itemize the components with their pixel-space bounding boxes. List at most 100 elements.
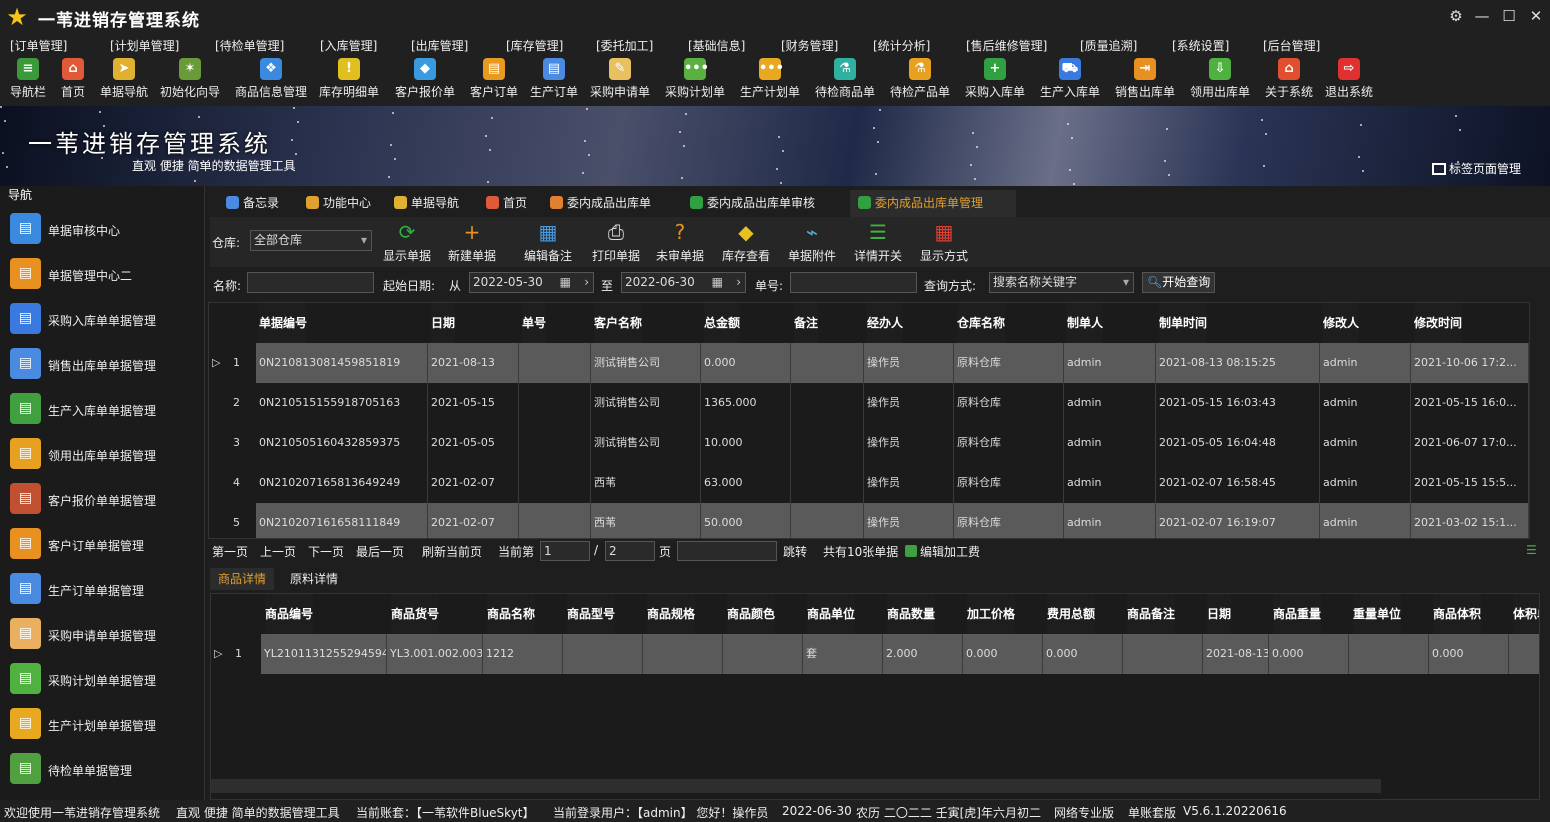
table-cell[interactable]: 操作员: [864, 463, 954, 503]
op-button-7[interactable]: ☰ 详情开关: [854, 219, 902, 264]
op-button-8[interactable]: ▦ 显示方式: [920, 219, 968, 264]
toolbar-button-0[interactable]: ≡ 导航栏: [10, 58, 46, 100]
column-header[interactable]: 商品数量: [887, 594, 936, 634]
table-cell[interactable]: [563, 634, 643, 674]
table-cell[interactable]: 0.000: [1269, 634, 1349, 674]
toolbar-button-12[interactable]: ⚗ 待检商品单: [815, 58, 875, 100]
tab-6[interactable]: 委内成品出库单管理: [850, 190, 1016, 217]
column-header[interactable]: 修改人: [1323, 303, 1360, 343]
toolbar-button-6[interactable]: ◆ 客户报价单: [395, 58, 455, 100]
table-cell[interactable]: [723, 634, 803, 674]
from-date-picker[interactable]: 2022-05-30 ▦ ›: [469, 272, 594, 293]
column-header[interactable]: 重量单位: [1353, 594, 1402, 634]
table-row[interactable]: 2 0N210515155918705163 2021-05-15 测试销售公司 136…: [209, 383, 1529, 423]
toolbar-button-10[interactable]: ••• 采购计划单: [665, 58, 725, 100]
op-button-6[interactable]: ⌁ 单据附件: [788, 219, 836, 264]
tab-5[interactable]: 委内成品出库单审核: [682, 190, 823, 217]
table-cell[interactable]: YL3.001.002.003: [387, 634, 483, 674]
table-cell[interactable]: 2021-05-15 16:0...: [1411, 383, 1529, 423]
menu-item-4[interactable]: [出库管理]: [411, 37, 468, 54]
table-cell[interactable]: 测试销售公司: [591, 423, 701, 463]
menu-item-5[interactable]: [库存管理]: [506, 37, 563, 54]
table-cell[interactable]: 2021-08-13 08:15:25: [1156, 343, 1320, 383]
goto-page-button[interactable]: 跳转: [783, 543, 807, 560]
column-header[interactable]: 日期: [431, 303, 456, 343]
table-cell[interactable]: 2021-05-15: [428, 383, 519, 423]
column-header[interactable]: 备注: [794, 303, 819, 343]
sidebar-item-12[interactable]: ▤ 待检单单据管理: [0, 746, 204, 791]
column-header[interactable]: 体积单: [1513, 594, 1539, 634]
sidebar-item-3[interactable]: ▤ 销售出库单单据管理: [0, 341, 204, 386]
column-header[interactable]: 商品规格: [647, 594, 696, 634]
table-cell[interactable]: 原料仓库: [954, 383, 1064, 423]
current-page-input[interactable]: 1: [540, 541, 590, 561]
menu-item-11[interactable]: [质量追溯]: [1080, 37, 1137, 54]
toolbar-button-13[interactable]: ⚗ 待检产品单: [890, 58, 950, 100]
name-input[interactable]: [247, 272, 374, 293]
table-cell[interactable]: 2.000: [883, 634, 963, 674]
table-cell[interactable]: 2021-02-07 16:19:07: [1156, 503, 1320, 538]
table-cell[interactable]: [791, 423, 864, 463]
tab-3[interactable]: 首页: [478, 190, 535, 217]
column-header[interactable]: 制单人: [1067, 303, 1104, 343]
table-row[interactable]: 3 0N210505160432859375 2021-05-05 测试销售公司 10.…: [209, 423, 1529, 463]
table-cell[interactable]: [519, 423, 591, 463]
toolbar-button-11[interactable]: ••• 生产计划单: [740, 58, 800, 100]
toolbar-button-9[interactable]: ✎ 采购申请单: [590, 58, 650, 100]
sidebar-item-10[interactable]: ▤ 采购计划单单据管理: [0, 656, 204, 701]
column-header[interactable]: 商品单位: [807, 594, 856, 634]
close-button[interactable]: ✕: [1524, 5, 1548, 27]
table-cell[interactable]: 2021-02-07: [428, 503, 519, 538]
table-cell[interactable]: 2021-08-13: [1203, 634, 1269, 674]
column-header[interactable]: 单据编号: [259, 303, 308, 343]
tab-product-detail[interactable]: 商品详情: [210, 568, 275, 590]
start-query-button[interactable]: 🔍︎开始查询: [1142, 272, 1216, 293]
column-header[interactable]: 商品备注: [1127, 594, 1176, 634]
table-row[interactable]: 5 0N210207161658111849 2021-02-07 西苇 50.000 操…: [209, 503, 1529, 538]
table-cell[interactable]: 原料仓库: [954, 423, 1064, 463]
op-button-4[interactable]: ? 未审单据: [656, 219, 704, 264]
menu-item-7[interactable]: [基础信息]: [688, 37, 745, 54]
column-header[interactable]: 加工价格: [967, 594, 1016, 634]
table-cell[interactable]: admin: [1064, 463, 1156, 503]
column-header[interactable]: 总金额: [704, 303, 741, 343]
list-toggle-icon[interactable]: ☰: [1526, 543, 1537, 557]
table-cell[interactable]: 0N210207165813649249: [256, 463, 428, 503]
sidebar-item-7[interactable]: ▤ 客户订单单据管理: [0, 521, 204, 566]
table-cell[interactable]: [791, 503, 864, 538]
next-page-link[interactable]: 下一页: [308, 543, 344, 560]
sidebar-item-9[interactable]: ▤ 采购申请单单据管理: [0, 611, 204, 656]
table-cell[interactable]: 原料仓库: [954, 503, 1064, 538]
table-cell[interactable]: 原料仓库: [954, 463, 1064, 503]
column-header[interactable]: 经办人: [867, 303, 904, 343]
toolbar-button-2[interactable]: ➤ 单据导航: [100, 58, 148, 100]
table-cell[interactable]: 2021-03-02 15:1...: [1411, 503, 1529, 538]
toolbar-button-14[interactable]: + 采购入库单: [965, 58, 1025, 100]
op-button-0[interactable]: ⟳ 显示单据: [383, 219, 431, 264]
table-cell[interactable]: admin: [1320, 383, 1411, 423]
query-mode-select[interactable]: 搜索名称关键字 ▾: [989, 272, 1134, 293]
tab-4[interactable]: 委内成品出库单: [542, 190, 659, 217]
op-button-3[interactable]: ⎙ 打印单据: [592, 219, 640, 264]
table-cell[interactable]: 操作员: [864, 383, 954, 423]
table-cell[interactable]: 套: [803, 634, 883, 674]
table-cell[interactable]: 操作员: [864, 343, 954, 383]
table-cell[interactable]: 2021-05-15 15:5...: [1411, 463, 1529, 503]
table-cell[interactable]: 2021-02-07: [428, 463, 519, 503]
table-cell[interactable]: admin: [1320, 463, 1411, 503]
column-header[interactable]: 仓库名称: [957, 303, 1006, 343]
sidebar-item-1[interactable]: ▤ 单据管理中心二: [0, 251, 204, 296]
table-cell[interactable]: 测试销售公司: [591, 383, 701, 423]
sidebar-item-2[interactable]: ▤ 采购入库单单据管理: [0, 296, 204, 341]
column-header[interactable]: 客户名称: [594, 303, 643, 343]
table-cell[interactable]: 西苇: [591, 503, 701, 538]
table-cell[interactable]: 2021-05-05 16:04:48: [1156, 423, 1320, 463]
menu-item-10[interactable]: [售后维修管理]: [966, 37, 1047, 54]
table-cell[interactable]: 2021-10-06 17:2...: [1411, 343, 1529, 383]
table-cell[interactable]: 2021-06-07 17:0...: [1411, 423, 1529, 463]
column-header[interactable]: 商品重量: [1273, 594, 1322, 634]
table-cell[interactable]: 50.000: [701, 503, 791, 538]
table-cell[interactable]: [519, 503, 591, 538]
table-cell[interactable]: admin: [1064, 503, 1156, 538]
table-cell[interactable]: [643, 634, 723, 674]
